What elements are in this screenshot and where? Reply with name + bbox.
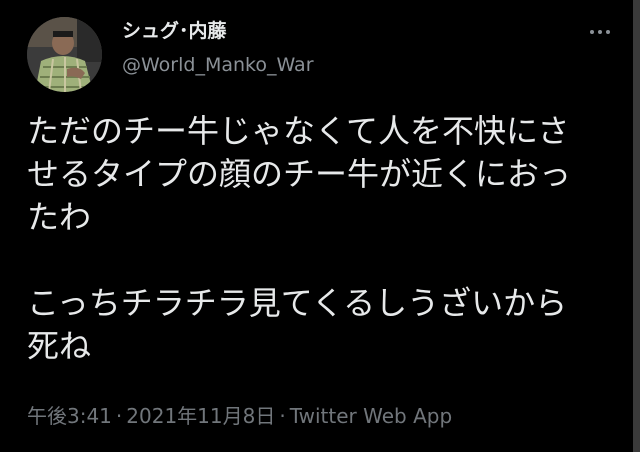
- tweet-metadata: 午後3:41 · 2021年11月8日 · Twitter Web App: [27, 402, 452, 430]
- more-options-icon[interactable]: [584, 22, 616, 42]
- avatar[interactable]: [27, 17, 102, 92]
- tweet-line: たわ: [27, 198, 92, 236]
- separator: ·: [115, 404, 123, 428]
- tweet-paragraph-1: ただのチー牛じゃなくて人を不快にさ せるタイプの顔のチー牛が近くにおっ たわ: [27, 110, 617, 239]
- tweet-text: ただのチー牛じゃなくて人を不快にさ せるタイプの顔のチー牛が近くにおっ たわ こ…: [27, 110, 617, 368]
- tweet-source[interactable]: Twitter Web App: [290, 404, 452, 428]
- tweet-line: こっちチラチラ見てくるしうざいから: [27, 284, 568, 322]
- dot: [598, 30, 602, 34]
- dot: [606, 30, 610, 34]
- tweet-line: せるタイプの顔のチー牛が近くにおっ: [27, 155, 572, 193]
- tweet-line: ただのチー牛じゃなくて人を不快にさ: [27, 112, 570, 150]
- dot: [590, 30, 594, 34]
- tweet-date[interactable]: 2021年11月8日: [126, 404, 275, 428]
- tweet-paragraph-2: こっちチラチラ見てくるしうざいから 死ね: [27, 282, 617, 368]
- window-edge: [633, 0, 640, 452]
- tweet-time[interactable]: 午後3:41: [27, 404, 112, 428]
- avatar-image: [27, 17, 102, 92]
- separator: ·: [279, 404, 286, 428]
- author-display-name[interactable]: シュグ･内藤: [122, 18, 227, 44]
- tweet-line: 死ね: [27, 327, 92, 365]
- tweet-card: シュグ･内藤 @World_Manko_War ただのチー牛じゃなくて人を不快に…: [0, 0, 640, 452]
- author-handle[interactable]: @World_Manko_War: [122, 52, 314, 78]
